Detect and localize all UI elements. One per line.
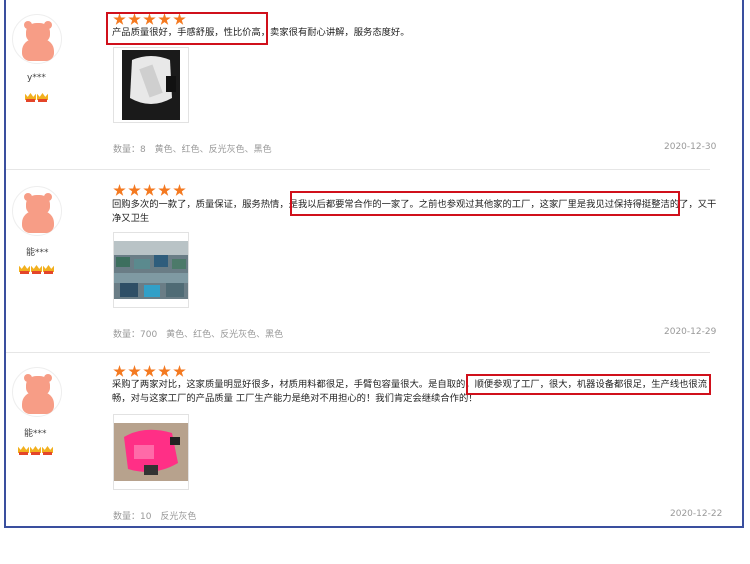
crown-icon	[37, 91, 48, 102]
review-text-line-2: 净又卫生	[112, 213, 150, 224]
review-date: 2020-12-30	[664, 142, 717, 152]
crown-icon	[42, 444, 53, 455]
buyer-level-crowns	[18, 444, 53, 455]
review-photo[interactable]	[113, 232, 189, 308]
star-icon	[113, 184, 126, 196]
star-icon	[173, 184, 186, 196]
star-icon	[128, 365, 141, 377]
highlight-box	[290, 191, 680, 216]
star-icon	[158, 365, 171, 377]
highlight-box	[466, 374, 711, 395]
color-options: 黄色、红色、反光灰色、黑色	[154, 145, 272, 155]
highlight-box	[106, 12, 268, 45]
star-icon	[143, 184, 156, 196]
user-avatar[interactable]	[12, 14, 62, 64]
username: y***	[27, 73, 46, 83]
order-meta: 数量：10 反光灰色	[113, 509, 202, 522]
review-date: 2020-12-22	[670, 509, 723, 519]
crown-icon	[30, 444, 41, 455]
color-options: 黄色、红色、反光灰色、黑色	[166, 330, 284, 340]
buyer-level-crowns	[25, 91, 48, 102]
buyer-level-crowns	[19, 263, 54, 274]
rating-stars	[113, 365, 186, 378]
review-photo[interactable]	[113, 47, 189, 123]
review-divider	[6, 352, 710, 353]
crown-icon	[25, 91, 36, 102]
review-date: 2020-12-29	[664, 327, 717, 337]
order-meta: 数量：700 黄色、红色、反光灰色、黑色	[113, 327, 289, 340]
review-text-line-2: 畅，对与这家工厂的产品质量 工厂生产能力是绝对不用担心的！我们肯定会继续合作的！	[112, 393, 478, 404]
crown-icon	[19, 263, 30, 274]
username: 能***	[26, 248, 49, 258]
rating-stars	[113, 184, 186, 197]
star-icon	[158, 184, 171, 196]
user-avatar[interactable]	[12, 186, 62, 236]
star-icon	[128, 184, 141, 196]
crown-icon	[43, 263, 54, 274]
order-meta: 数量：8 黄色、红色、反光灰色、黑色	[113, 142, 278, 155]
crown-icon	[31, 263, 42, 274]
quantity: 数量：8	[113, 145, 146, 155]
username: 能***	[24, 429, 47, 439]
star-icon	[113, 365, 126, 377]
crown-icon	[18, 444, 29, 455]
star-icon	[173, 365, 186, 377]
quantity: 数量：10	[113, 512, 152, 522]
review-divider	[6, 169, 710, 170]
quantity: 数量：700	[113, 330, 158, 340]
color-options: 反光灰色	[160, 512, 197, 522]
user-avatar[interactable]	[12, 367, 62, 417]
review-photo[interactable]	[113, 414, 189, 490]
star-icon	[143, 365, 156, 377]
